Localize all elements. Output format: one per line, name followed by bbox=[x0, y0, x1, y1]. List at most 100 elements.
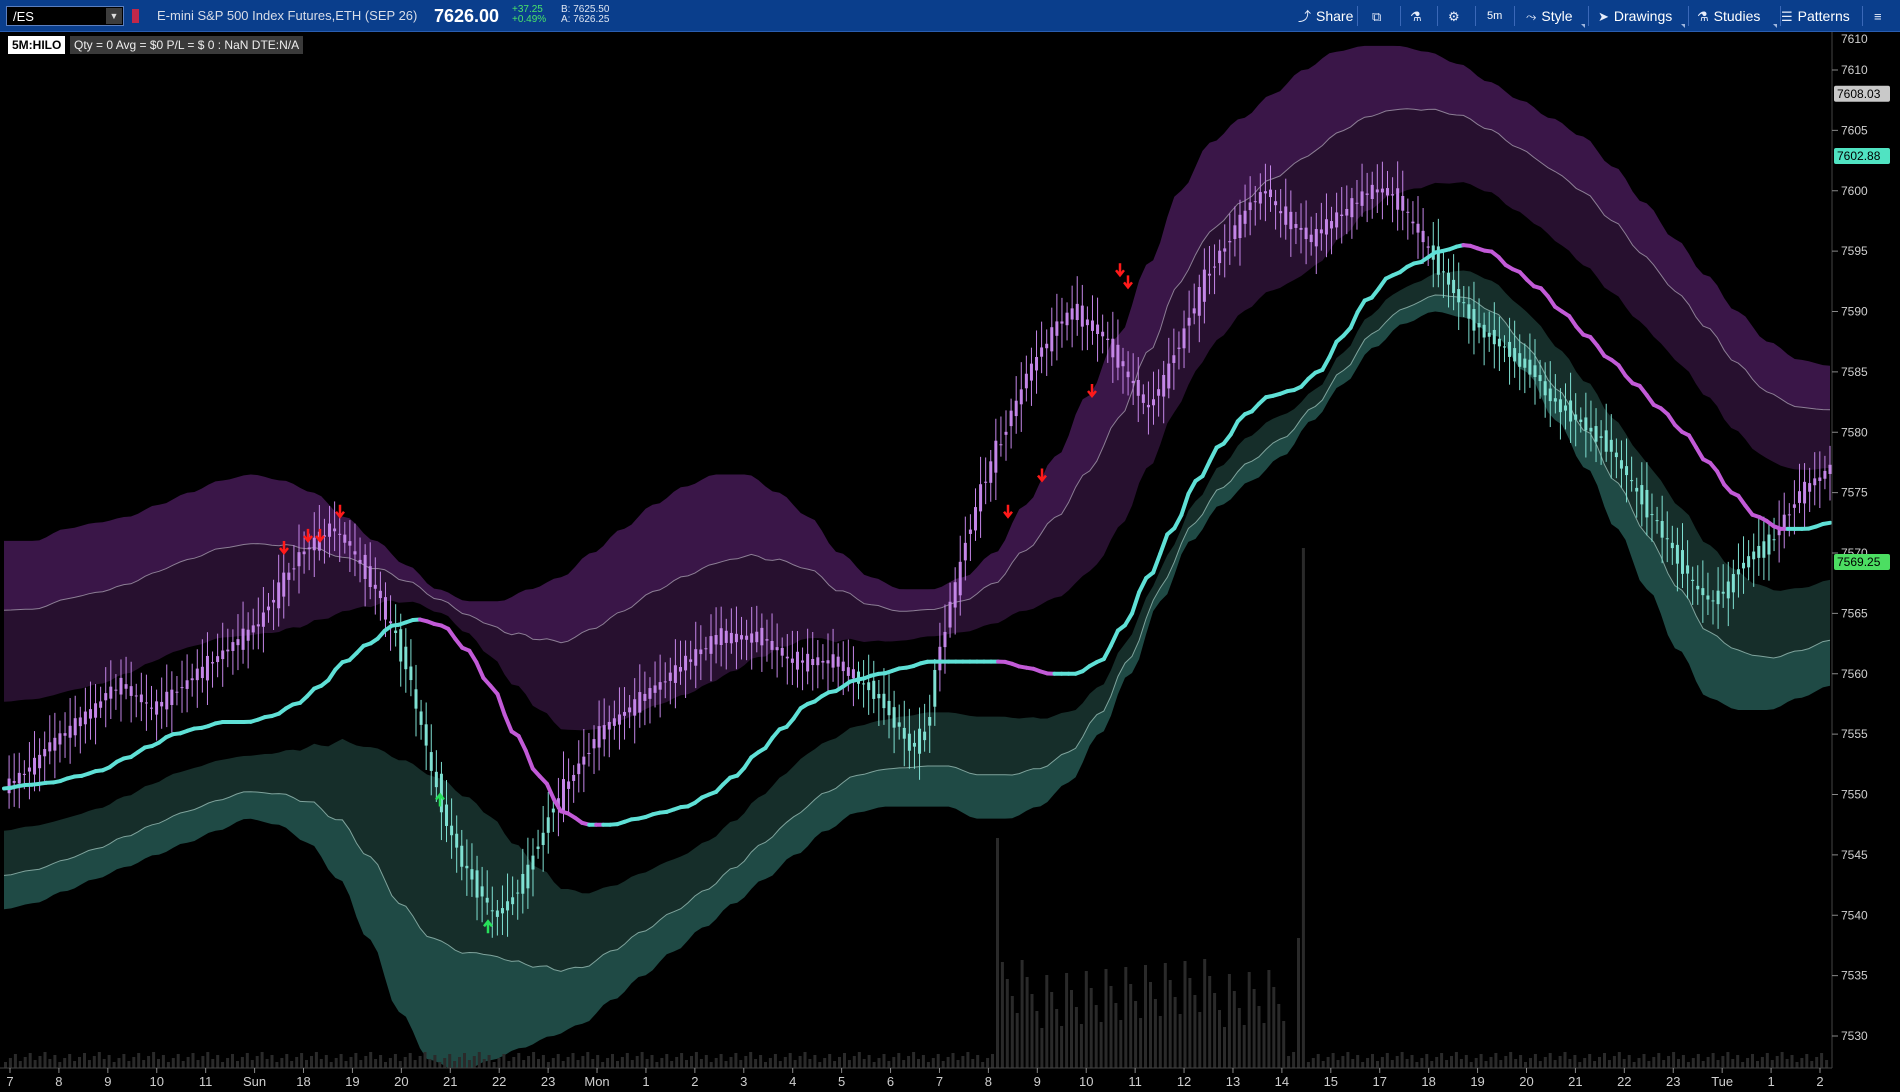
candle-body bbox=[78, 717, 82, 727]
candle-body bbox=[302, 551, 306, 555]
candle-body bbox=[658, 682, 662, 690]
candle-body bbox=[561, 779, 565, 811]
volume-bar bbox=[650, 1055, 654, 1068]
volume-bar bbox=[1218, 1010, 1221, 1068]
candle-body bbox=[1085, 319, 1089, 326]
volume-bar bbox=[941, 1061, 945, 1068]
dropdown-arrow-icon bbox=[1681, 24, 1685, 28]
candle-body bbox=[1502, 346, 1506, 348]
volume-bar bbox=[1163, 963, 1167, 1068]
volume-bar bbox=[1459, 1059, 1463, 1068]
style-button[interactable]: ⤳ Style bbox=[1526, 5, 1573, 27]
price-chart[interactable]: 7610760576007595759075857580757575707565… bbox=[0, 32, 1900, 1092]
candle-body bbox=[211, 662, 215, 664]
candle-body bbox=[1675, 544, 1679, 564]
volume-bar bbox=[764, 1062, 767, 1068]
menu-button[interactable]: ≡ bbox=[1874, 5, 1887, 27]
share-button[interactable]: ⤴ Share bbox=[1298, 5, 1353, 27]
candle-body bbox=[124, 684, 128, 689]
volume-bar bbox=[1721, 1056, 1725, 1068]
volume-bar bbox=[1188, 978, 1192, 1068]
volume-bar bbox=[1686, 1062, 1690, 1068]
candle-body bbox=[973, 507, 977, 531]
candle-body bbox=[1686, 565, 1690, 574]
candle-body bbox=[460, 845, 464, 867]
detach-button[interactable]: ⧉ bbox=[1372, 5, 1386, 27]
study-label[interactable]: 5M:HILO bbox=[8, 36, 66, 54]
candle-body bbox=[424, 724, 428, 746]
volume-bar bbox=[1519, 1055, 1523, 1068]
candle-body bbox=[129, 686, 133, 696]
volume-bar bbox=[586, 1052, 590, 1068]
candle-body bbox=[1680, 550, 1684, 574]
volume-bar bbox=[1568, 1059, 1572, 1068]
chevron-down-icon[interactable]: ▼ bbox=[106, 8, 122, 24]
candle-body bbox=[353, 551, 357, 555]
chart-area[interactable]: 7610 7605 7600 7595 7590 7585 7580 7575 7570 7565… bbox=[0, 32, 1900, 1092]
candle-body bbox=[1650, 514, 1654, 516]
volume-bar bbox=[1331, 1053, 1335, 1068]
volume-bar bbox=[798, 1056, 802, 1068]
candle-body bbox=[617, 714, 621, 725]
volume-bar bbox=[339, 1054, 343, 1068]
settings-button[interactable]: ⚙ bbox=[1448, 5, 1465, 27]
volume-bar bbox=[1272, 987, 1276, 1068]
volume-bar bbox=[384, 1062, 387, 1068]
volume-bar bbox=[1213, 993, 1217, 1068]
volume-bar bbox=[443, 1058, 447, 1068]
lab-button[interactable]: ⚗ bbox=[1410, 5, 1427, 27]
volume-bar bbox=[487, 1055, 491, 1068]
candle-body bbox=[1223, 248, 1227, 252]
volume-bar bbox=[556, 1054, 560, 1068]
volume-bar bbox=[596, 1055, 600, 1068]
volume-bar bbox=[1450, 1056, 1453, 1068]
volume-bar bbox=[1380, 1057, 1384, 1068]
volume-bar bbox=[1805, 1054, 1809, 1068]
time-tick-label: 8 bbox=[55, 1074, 62, 1089]
candle-body bbox=[979, 484, 983, 512]
candle-body bbox=[43, 749, 47, 757]
candle-body bbox=[958, 561, 962, 596]
time-tick-label: 7 bbox=[936, 1074, 943, 1089]
candle-body bbox=[1355, 202, 1359, 204]
volume-bar bbox=[1193, 995, 1197, 1068]
candle-body bbox=[1508, 341, 1512, 357]
volume-bar bbox=[4, 1062, 7, 1068]
candle-body bbox=[953, 582, 957, 608]
volume-bar bbox=[996, 838, 999, 1068]
volume-bar bbox=[58, 1062, 62, 1068]
candle-body bbox=[94, 703, 98, 718]
volume-bar bbox=[1351, 1059, 1355, 1068]
cursor-icon: ➤ bbox=[1598, 9, 1609, 24]
volume-bar bbox=[1647, 1061, 1651, 1068]
candle-body bbox=[1518, 353, 1522, 367]
volume-bar bbox=[620, 1057, 624, 1068]
volume-bar bbox=[1701, 1061, 1705, 1068]
drawings-button[interactable]: ➤ Drawings bbox=[1598, 5, 1672, 27]
symbol-input[interactable]: /ES ▼ bbox=[6, 6, 124, 26]
volume-bar bbox=[1726, 1052, 1730, 1068]
studies-button[interactable]: ⚗ Studies bbox=[1697, 5, 1760, 27]
candle-body bbox=[541, 832, 545, 845]
candle-body bbox=[760, 627, 764, 646]
volume-bar bbox=[472, 1056, 476, 1068]
candle-body bbox=[1090, 320, 1094, 331]
candle-body bbox=[221, 650, 225, 660]
price-bubble-label: 7602.88 bbox=[1837, 149, 1881, 163]
candle-body bbox=[1797, 491, 1801, 503]
volume-bar bbox=[1667, 1056, 1671, 1068]
candle-body bbox=[490, 910, 494, 912]
volume-bar bbox=[482, 1059, 486, 1068]
volume-bar bbox=[1129, 984, 1133, 1068]
volume-bar bbox=[1055, 1009, 1059, 1068]
candle-body bbox=[236, 639, 240, 646]
candle-body bbox=[770, 640, 774, 650]
candle-body bbox=[1004, 431, 1008, 435]
candle-body bbox=[1126, 371, 1130, 378]
time-tick-label: 4 bbox=[789, 1074, 796, 1089]
candle-body bbox=[872, 680, 876, 699]
timeframe-button[interactable]: 5m bbox=[1487, 5, 1502, 27]
flag-icon[interactable] bbox=[132, 9, 139, 23]
patterns-button[interactable]: ☰ Patterns bbox=[1781, 5, 1850, 27]
volume-bar bbox=[1800, 1058, 1804, 1068]
